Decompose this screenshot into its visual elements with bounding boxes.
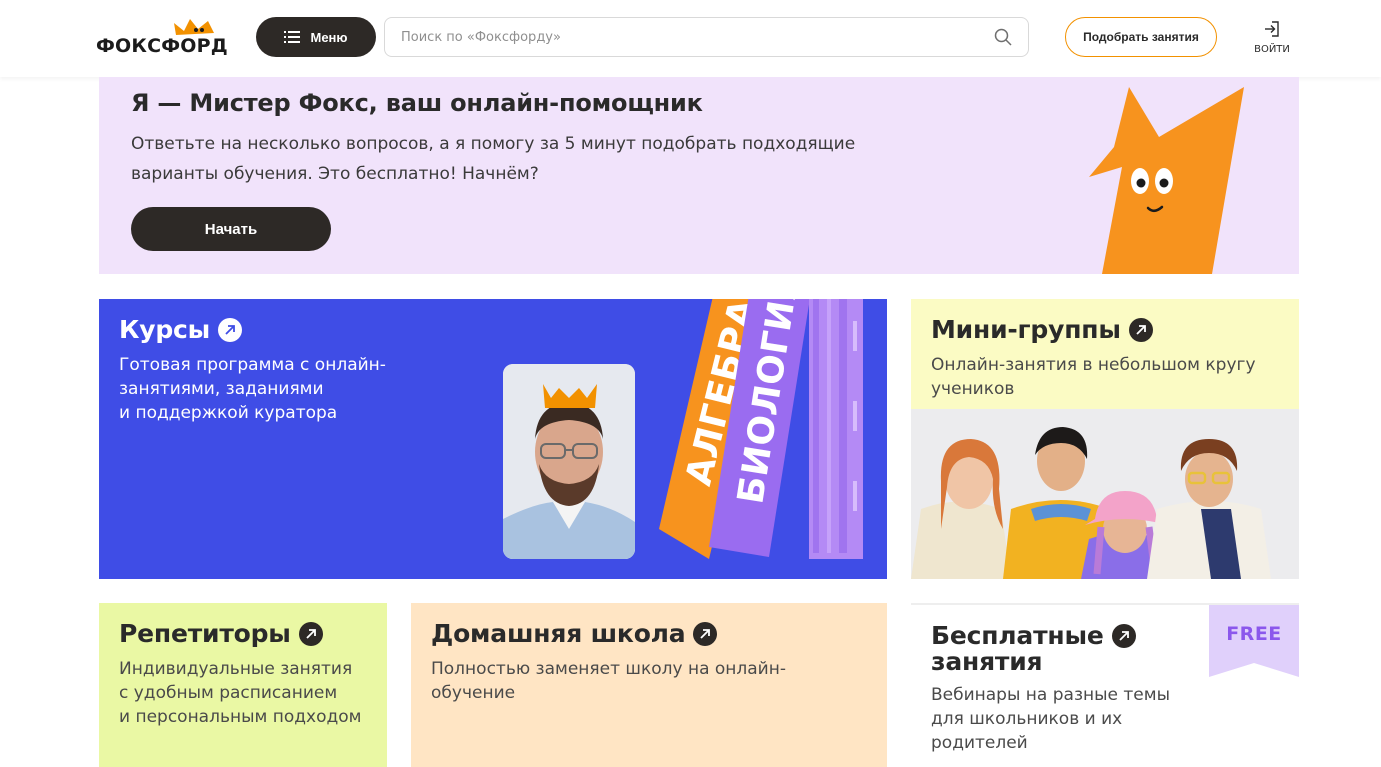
foxford-logo[interactable]: ФОКСФОРД [96,17,236,59]
card-text-line: с удобным расписанием [119,683,338,703]
card-text-line: родителей [931,733,1028,753]
card-title-text: Бесплатные [931,621,1104,650]
menu-button[interactable]: Меню [256,17,376,57]
card-text-line: и персональным подходом [119,707,362,727]
card-text-line: Готовая программа с онлайн- [119,355,386,375]
card-title: Домашняя школа [431,619,718,648]
mister-fox-banner: Я — Мистер Фокс, ваш онлайн-помощник Отв… [99,77,1299,274]
login-label: ВОЙТИ [1254,44,1290,55]
arrow-up-right-circle-icon [1111,624,1136,648]
arrow-up-right-circle-icon [693,622,718,646]
logo-text: ФОКСФОРД [96,35,228,57]
crown-icon [174,19,214,35]
list-icon [284,31,301,43]
site-header: ФОКСФОРД Меню Подобрать занятия ВОЙТИ [0,0,1381,77]
card-description: Онлайн-занятия в небольшом кругу ученико… [931,353,1271,401]
arrow-up-right-circle-icon [1128,318,1153,342]
banner-title: Я — Мистер Фокс, ваш онлайн-помощник [131,89,703,117]
card-description: Полностью заменяет школу на онлайн- обуч… [431,657,811,705]
arrow-up-right-circle-icon [218,318,243,342]
banner-text-line: варианты обучения. Это бесплатно! Начнём… [131,164,539,184]
card-text-line: Онлайн-занятия в небольшом кругу [931,355,1256,375]
mister-fox-mascot [1089,87,1244,274]
start-button[interactable]: Начать [131,207,331,251]
card-text-line: обучение [431,683,516,703]
card-home-school[interactable]: Домашняя школа Полностью заменяет школу … [411,603,887,767]
students-photo [911,409,1299,579]
card-mini-groups[interactable]: Мини-группы Онлайн-занятия в небольшом к… [911,299,1299,579]
card-text-line: Вебинары на разные темы [931,685,1170,705]
card-text-line: Индивидуальные занятия [119,659,353,679]
card-text-line: и поддержкой куратора [119,403,338,423]
book-stack [809,299,863,559]
card-text-line: Полностью заменяет школу на онлайн- [431,659,786,679]
search-box [384,17,1029,57]
menu-label: Меню [310,29,348,45]
login-link[interactable]: ВОЙТИ [1248,18,1296,60]
search-input[interactable] [401,29,994,45]
card-tutors[interactable]: Репетиторы Индивидуальные занятия с удоб… [99,603,387,767]
card-description: Индивидуальные занятия с удобным расписа… [119,657,379,729]
card-title-text: Мини-группы [931,315,1121,344]
free-badge-label: FREE [1226,623,1282,645]
sign-in-icon [1265,21,1279,37]
card-title: Бесплатные занятия [931,623,1171,675]
card-title-text: занятия [931,647,1043,676]
card-free-classes[interactable]: FREE Бесплатные занятия Вебинары на разн… [911,603,1299,767]
card-description: Готовая программа с онлайн- занятиями, з… [119,353,419,425]
card-courses[interactable]: Курсы Готовая программа с онлайн- заняти… [99,299,887,579]
teacher-photo [503,364,635,559]
pick-classes-button[interactable]: Подобрать занятия [1065,17,1217,57]
card-text-line: для школьников и их [931,709,1123,729]
card-text-line: учеников [931,379,1015,399]
banner-text: Ответьте на несколько вопросов, а я помо… [131,129,861,189]
card-title: Курсы [119,315,243,344]
card-title: Репетиторы [119,621,323,647]
card-title: Мини-группы [931,317,1153,343]
card-title-text: Репетиторы [119,619,291,648]
card-title-text: Домашняя школа [431,619,686,648]
card-description: Вебинары на разные темы для школьников и… [931,683,1191,755]
card-title-text: Курсы [119,315,211,344]
magnifier-icon[interactable] [994,28,1012,46]
book-biology: БИОЛОГИЯ [709,299,819,579]
banner-text-line: Ответьте на несколько вопросов, а я помо… [131,134,856,154]
card-text-line: занятиями, заданиями [119,379,324,399]
arrow-up-right-circle-icon [298,622,323,646]
